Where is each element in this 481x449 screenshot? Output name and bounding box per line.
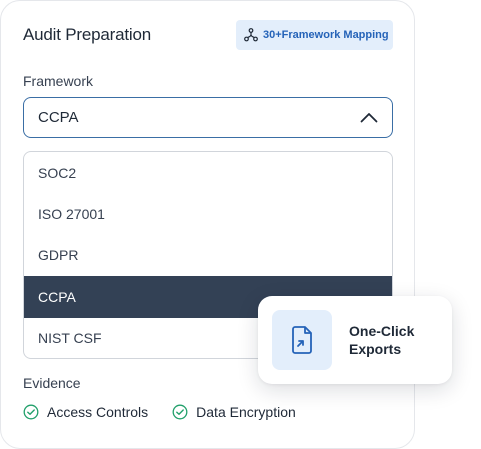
framework-select[interactable]: CCPA: [23, 97, 393, 138]
evidence-list: Access Controls Data Encryption: [23, 404, 296, 420]
badge-label: 30+Framework Mapping: [263, 29, 389, 41]
popup-label: One-Click Exports: [349, 323, 415, 357]
evidence-item-data-encryption: Data Encryption: [172, 404, 296, 420]
framework-select-value: CCPA: [38, 109, 79, 126]
file-export-icon: [292, 326, 312, 354]
evidence-item-access-controls: Access Controls: [23, 404, 148, 420]
dropdown-option-soc2[interactable]: SOC2: [24, 152, 392, 193]
framework-mapping-badge: 30+Framework Mapping: [236, 20, 393, 50]
dropdown-option-gdpr[interactable]: GDPR: [24, 235, 392, 276]
card-title: Audit Preparation: [23, 25, 151, 44]
evidence-item-label: Data Encryption: [196, 404, 296, 420]
framework-label: Framework: [23, 73, 94, 89]
dropdown-option-iso-27001[interactable]: ISO 27001: [24, 193, 392, 234]
evidence-label: Evidence: [23, 375, 81, 391]
evidence-item-label: Access Controls: [47, 404, 149, 420]
network-icon: [244, 28, 258, 42]
check-circle-icon: [172, 404, 188, 420]
export-icon-tile: [272, 310, 332, 370]
one-click-exports-card[interactable]: One-Click Exports: [258, 296, 452, 384]
chevron-up-icon: [360, 113, 378, 123]
check-circle-icon: [23, 404, 39, 420]
